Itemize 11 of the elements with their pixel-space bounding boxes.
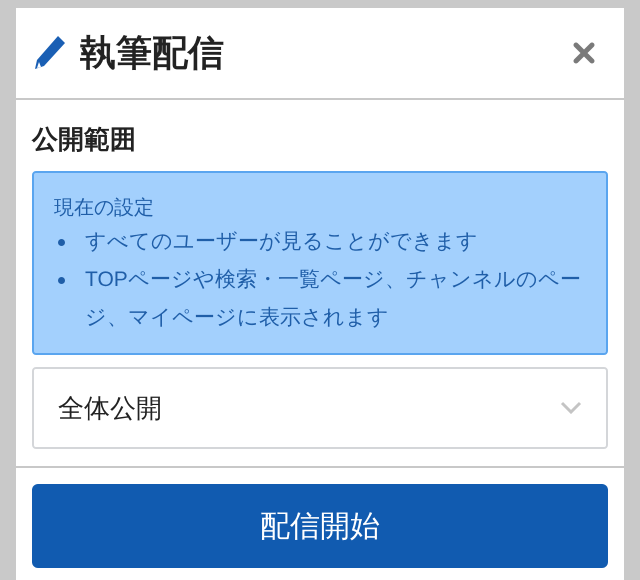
info-text: すべてのユーザーが見ることができます <box>85 229 478 255</box>
info-title: 現在の設定 <box>54 196 155 221</box>
bullet-icon <box>58 239 65 246</box>
info-text: TOPページや検索・一覧ページ、チャンネルのページ、マイページに表示されます <box>85 267 582 331</box>
section-heading: 公開範囲 <box>32 123 137 156</box>
bullet-icon <box>58 277 65 284</box>
dialog-title: 執筆配信 <box>80 31 224 75</box>
visibility-select[interactable]: 全体公開 <box>32 367 608 449</box>
chevron-down-icon <box>560 401 582 415</box>
start-button[interactable]: 配信開始 <box>32 484 608 568</box>
close-icon <box>573 42 595 64</box>
